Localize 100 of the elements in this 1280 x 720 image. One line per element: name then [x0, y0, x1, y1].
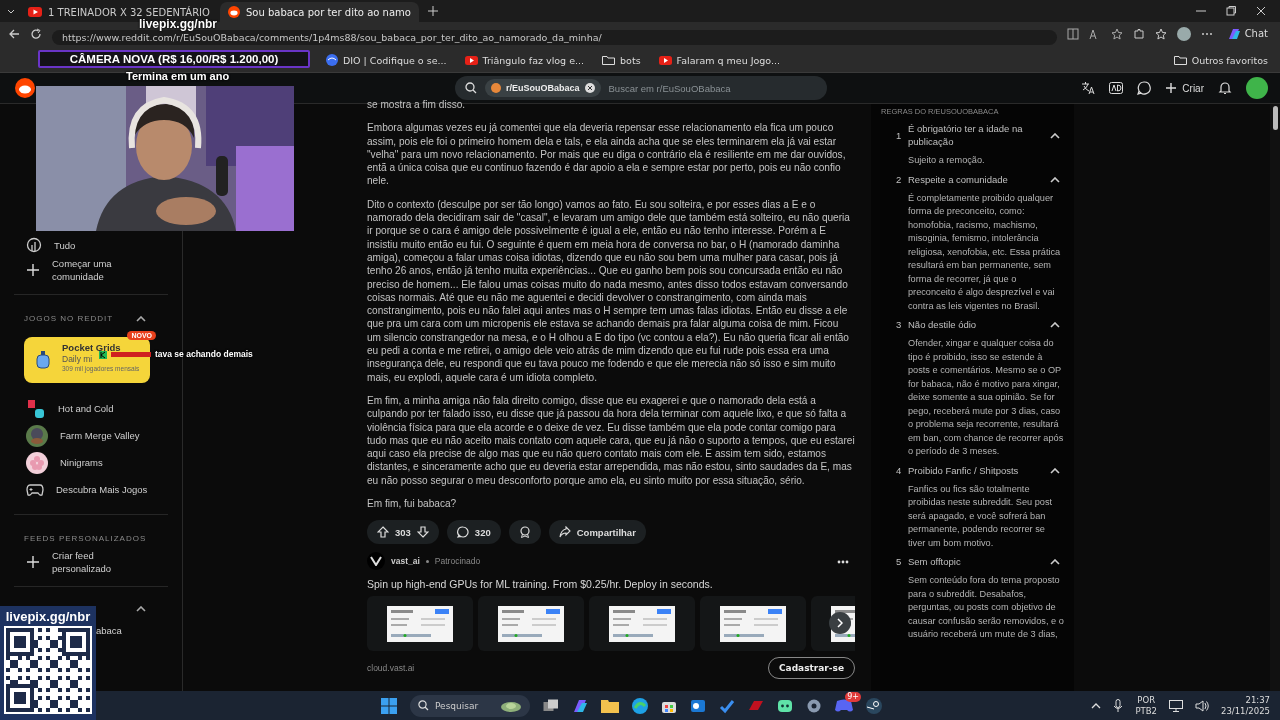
rule-description: Sujeito a remoção.	[907, 154, 986, 167]
alien-logo-icon	[227, 6, 240, 18]
steam-icon[interactable]	[866, 697, 882, 714]
translate-icon[interactable]	[1081, 81, 1096, 95]
search-icon	[418, 700, 429, 711]
user-avatar[interactable]	[1246, 77, 1268, 99]
bookmark-folder[interactable]: Outros favoritos	[1173, 54, 1268, 66]
rule-title[interactable]: Respeite a comunidade	[908, 172, 1050, 186]
carousel-card[interactable]	[700, 596, 806, 652]
profile-avatar[interactable]	[1176, 26, 1191, 41]
star-icon[interactable]	[1110, 27, 1123, 40]
browser-tab[interactable]: Sou babaca por ter dito ao namo	[219, 2, 419, 22]
advertiser-avatar[interactable]	[367, 552, 385, 571]
taskbar-search[interactable]: Pesquisar	[410, 694, 530, 717]
favorites-icon[interactable]	[1154, 27, 1167, 40]
rule-title[interactable]: É obrigatório ter a idade na publicação	[908, 122, 1050, 148]
section-heading: FEEDS PERSONALIZADOS	[24, 534, 147, 543]
robot-icon[interactable]	[777, 697, 793, 714]
ad-domain[interactable]: cloud.vast.ai	[367, 663, 415, 674]
sidebar-item[interactable]: abaca	[96, 623, 122, 637]
game-item[interactable]: Descubra Mais Jogos	[0, 476, 182, 503]
clock[interactable]: 21:37 23/11/2025	[1221, 694, 1270, 717]
chat-button[interactable]: Chat	[1222, 24, 1272, 43]
search-field[interactable]: r/EuSouOBabaca Buscar em r/EuSouOBabaca	[455, 76, 827, 100]
keyboard-language[interactable]: POR PTB2	[1135, 694, 1157, 717]
restore-icon[interactable]	[1226, 6, 1236, 16]
collapse-icon[interactable]	[136, 315, 146, 322]
address-bar[interactable]: https://www.reddit.com/r/EuSouOBabaca/comments/1p4ms88/sou_babaca_por_ter_dito_ao_namorado_da_minha/	[52, 30, 1057, 45]
game-item[interactable]: Hot and Cold	[0, 395, 182, 422]
carousel-card[interactable]	[478, 596, 584, 652]
video-site-icon	[658, 55, 672, 65]
chevron-up-icon[interactable]	[1050, 132, 1060, 139]
clear-icon[interactable]	[584, 83, 595, 93]
more-icon[interactable]	[837, 560, 849, 565]
vote-count: 303	[395, 526, 411, 538]
advertiser-name[interactable]: vast_ai	[391, 556, 420, 567]
game-title: Pocket Grids	[62, 342, 121, 353]
sidebar-item[interactable]: Tudo	[0, 233, 182, 257]
settings-icon[interactable]	[806, 697, 822, 714]
speaker-icon[interactable]	[1195, 699, 1209, 712]
collapse-icon[interactable]	[136, 606, 146, 612]
new-tab-icon[interactable]	[426, 5, 439, 17]
chevron-up-icon[interactable]	[1050, 559, 1060, 565]
refresh-icon[interactable]	[30, 27, 42, 40]
upvote-icon[interactable]	[377, 526, 389, 539]
network-icon[interactable]	[1169, 699, 1183, 712]
carousel-card[interactable]	[589, 596, 695, 652]
game-chat-icon[interactable]	[835, 698, 853, 713]
sidebar-item[interactable]: Criar feed personalizado	[0, 549, 182, 575]
create-button[interactable]: Criar	[1165, 82, 1204, 94]
back-icon[interactable]	[8, 27, 20, 40]
rule-title[interactable]: Não destile ódio	[908, 318, 1050, 331]
goal-deadline: Termina em um ano	[126, 70, 230, 83]
browser-icon[interactable]	[632, 697, 648, 714]
award-icon	[518, 526, 531, 539]
bookmark[interactable]: Triângulo faz vlog e...	[464, 54, 585, 66]
chevron-up-icon[interactable]	[1050, 322, 1060, 328]
post-paragraph: se mostra a fim disso.	[367, 98, 467, 112]
comments-button[interactable]: 320	[446, 520, 501, 545]
bell-icon[interactable]	[1218, 81, 1232, 95]
sidebar-item[interactable]: Começar uma comunidade	[0, 257, 182, 283]
award-button[interactable]	[508, 520, 541, 545]
chevron-up-icon[interactable]	[1091, 702, 1102, 709]
more-icon[interactable]	[1200, 31, 1213, 36]
community-chip[interactable]: r/EuSouOBabaca	[485, 79, 601, 97]
donation-goal: CÂMERA NOVA (R$ 16,00/R$ 1.200,00)	[38, 50, 310, 68]
hc-logo-icon	[26, 398, 46, 419]
chevron-up-icon[interactable]	[1050, 176, 1060, 183]
rule-title[interactable]: Proibido Fanfic / Shitposts	[908, 463, 1050, 477]
ad-icon[interactable]	[1109, 82, 1124, 94]
flower-avatar-icon	[26, 451, 48, 474]
chat-message: tava se achando demais	[155, 349, 253, 360]
rule-description: É completamente proibido qualquer forma de preconceito, como: homofobia, racismo, machismo, misoginia, femismo, intolerância religiosa, xenofobia, etc. Essa prática resultará em ban permanente, sem forma de recorrer, já que o preconceito é algo desprezível e vai contra as leis vigentes no Brasil.	[907, 191, 1062, 313]
mail-icon[interactable]	[690, 697, 706, 714]
chart-icon	[26, 237, 42, 253]
carousel-card[interactable]	[367, 596, 473, 652]
chevron-right-icon	[837, 618, 843, 629]
task-view-icon[interactable]	[543, 698, 559, 713]
jar-icon	[36, 351, 50, 369]
bookmark[interactable]: Falaram q meu Jogo...	[658, 54, 781, 66]
rule-title[interactable]: Sem offtopic	[908, 555, 1050, 568]
bookmark[interactable]: bots	[602, 54, 641, 66]
scrollbar[interactable]	[1270, 104, 1280, 691]
globe-icon	[326, 54, 338, 66]
game-item[interactable]: Ninigrams	[0, 449, 182, 476]
start-icon[interactable]	[381, 697, 397, 714]
game-item[interactable]: Farm Merge Valley	[0, 422, 182, 449]
alien-logo-icon[interactable]	[15, 78, 35, 98]
chat-icon[interactable]	[1137, 81, 1152, 95]
reader-icon[interactable]	[1066, 27, 1079, 40]
microphone-icon[interactable]	[1113, 698, 1124, 713]
dot-separator-icon	[425, 559, 429, 563]
copilot-icon[interactable]	[572, 697, 588, 714]
folder-icon[interactable]	[601, 698, 619, 713]
chevron-up-icon[interactable]	[1050, 467, 1060, 474]
downvote-icon[interactable]	[416, 526, 429, 539]
bookmark[interactable]: DIO | Codifique o se...	[326, 54, 447, 66]
share-button[interactable]: Compartilhar	[548, 520, 646, 545]
checkmark-icon[interactable]	[719, 697, 735, 714]
close-icon[interactable]	[1256, 6, 1266, 16]
